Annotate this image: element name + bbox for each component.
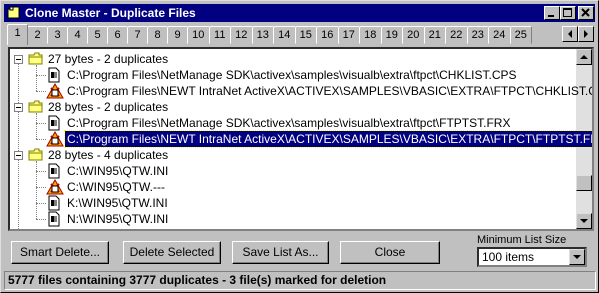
collapse-toggle[interactable] [14, 103, 23, 112]
file-item-marked[interactable]: C:\WIN95\QTW.--- [10, 178, 576, 195]
minimize-icon [548, 15, 554, 17]
tab-14[interactable]: 14 [273, 26, 296, 44]
tab-11[interactable]: 11 [208, 26, 231, 44]
file-item[interactable]: C:\WIN95\QTW.INI [10, 163, 576, 179]
group-label: 27 bytes - 2 duplicates [48, 52, 169, 66]
file-item-marked[interactable]: C:\Program Files\NEWT IntraNet ActiveX\A… [10, 130, 592, 148]
file-item[interactable]: N:\WIN95\QTW.INI [10, 211, 576, 227]
tab-strip: 1 2 3 4 5 6 7 8 9 10 11 12 13 14 15 16 17 18 19 20 21 22 23 24 2… [4, 24, 595, 45]
tab-25[interactable]: 25 [509, 26, 532, 44]
tab-7[interactable]: 7 [127, 26, 148, 44]
tab-4[interactable]: 4 [67, 26, 88, 44]
tab-16[interactable]: 16 [316, 26, 339, 44]
maximize-icon [563, 8, 572, 17]
file-item[interactable]: C:\Program Files\NetManage SDK\activex\s… [10, 115, 576, 131]
window-title: Clone Master - Duplicate Files [25, 6, 196, 20]
arrow-left-icon [568, 30, 572, 38]
tab-6[interactable]: 6 [107, 26, 128, 44]
tab-13[interactable]: 13 [251, 26, 274, 44]
tree-group[interactable]: 28 bytes - 2 duplicates [10, 99, 570, 115]
tab-3[interactable]: 3 [47, 26, 68, 44]
file-path: C:\Program Files\NetManage SDK\activex\s… [67, 68, 517, 82]
tree-group[interactable]: 27 bytes - 2 duplicates [10, 51, 570, 67]
group-label: 28 bytes - 4 duplicates [48, 148, 169, 162]
file-path: K:\WIN95\QTW.INI [67, 196, 168, 210]
tab-12[interactable]: 12 [230, 26, 253, 44]
app-icon [7, 6, 21, 19]
file-item-marked[interactable]: C:\Program Files\NEWT IntraNet ActiveX\A… [10, 82, 592, 99]
delete-selected-button[interactable]: Delete Selected [123, 241, 221, 264]
tab-21[interactable]: 21 [423, 26, 446, 44]
smart-delete-button[interactable]: Smart Delete... [11, 241, 109, 264]
close-icon [581, 8, 590, 17]
tab-17[interactable]: 17 [337, 26, 360, 44]
tree-group[interactable]: 28 bytes - 4 duplicates [10, 147, 570, 163]
status-bar: 5777 files containing 3777 duplicates - … [4, 271, 596, 290]
tab-15[interactable]: 15 [294, 26, 317, 44]
scroll-up-button[interactable] [576, 49, 592, 65]
file-item[interactable]: K:\WIN95\QTW.INI [10, 195, 576, 211]
tab-1[interactable]: 1 [7, 24, 28, 45]
min-list-size-select[interactable]: 100 items [477, 247, 587, 267]
tab-scroll-left-button[interactable] [562, 26, 578, 42]
arrow-down-icon [580, 219, 588, 223]
close-window-button[interactable] [578, 6, 594, 20]
collapse-toggle[interactable] [14, 55, 23, 64]
collapse-toggle[interactable] [14, 151, 23, 160]
save-list-as-button[interactable]: Save List As... [232, 241, 329, 264]
chevron-down-icon [573, 255, 581, 259]
tab-24[interactable]: 24 [488, 26, 511, 44]
close-button[interactable]: Close [340, 241, 440, 264]
tab-19[interactable]: 19 [380, 26, 403, 44]
group-label: 28 bytes - 2 duplicates [48, 100, 169, 114]
arrow-up-icon [580, 55, 588, 59]
file-path: C:\Program Files\NetManage SDK\activex\s… [67, 116, 511, 130]
tab-23[interactable]: 23 [466, 26, 489, 44]
title-bar[interactable]: Clone Master - Duplicate Files [4, 4, 595, 22]
main-window: Clone Master - Duplicate Files 123456789… [0, 0, 599, 293]
arrow-right-icon [584, 30, 588, 38]
file-path: C:\Program Files\NEWT IntraNet ActiveX\A… [67, 84, 594, 98]
file-path: N:\WIN95\QTW.INI [67, 212, 169, 226]
scroll-thumb[interactable] [576, 175, 592, 191]
scroll-down-button[interactable] [576, 213, 592, 229]
file-item[interactable]: C:\Program Files\NetManage SDK\activex\s… [10, 67, 576, 83]
min-list-size-value: 100 items [482, 250, 535, 264]
file-path: C:\WIN95\QTW.--- [67, 180, 165, 194]
tab-22[interactable]: 22 [445, 26, 468, 44]
file-icon [46, 211, 62, 229]
tab-20[interactable]: 20 [402, 26, 425, 44]
tab-scroll-right-button[interactable] [578, 26, 594, 42]
tab-5[interactable]: 5 [87, 26, 108, 44]
tab-18[interactable]: 18 [359, 26, 382, 44]
duplicates-tree[interactable]: 27 bytes - 2 duplicates C:\Program Files\… [8, 47, 594, 231]
minimize-button[interactable] [544, 6, 560, 20]
tab-10[interactable]: 10 [187, 26, 210, 44]
maximize-button[interactable] [560, 6, 576, 20]
min-list-size-label: Minimum List Size [477, 234, 567, 246]
dropdown-button[interactable] [569, 249, 585, 265]
tab-8[interactable]: 8 [147, 26, 168, 44]
tab-9[interactable]: 9 [167, 26, 188, 44]
tab-2[interactable]: 2 [27, 26, 48, 44]
file-path: C:\Program Files\NEWT IntraNet ActiveX\A… [64, 130, 592, 148]
file-path: C:\WIN95\QTW.INI [67, 164, 169, 178]
